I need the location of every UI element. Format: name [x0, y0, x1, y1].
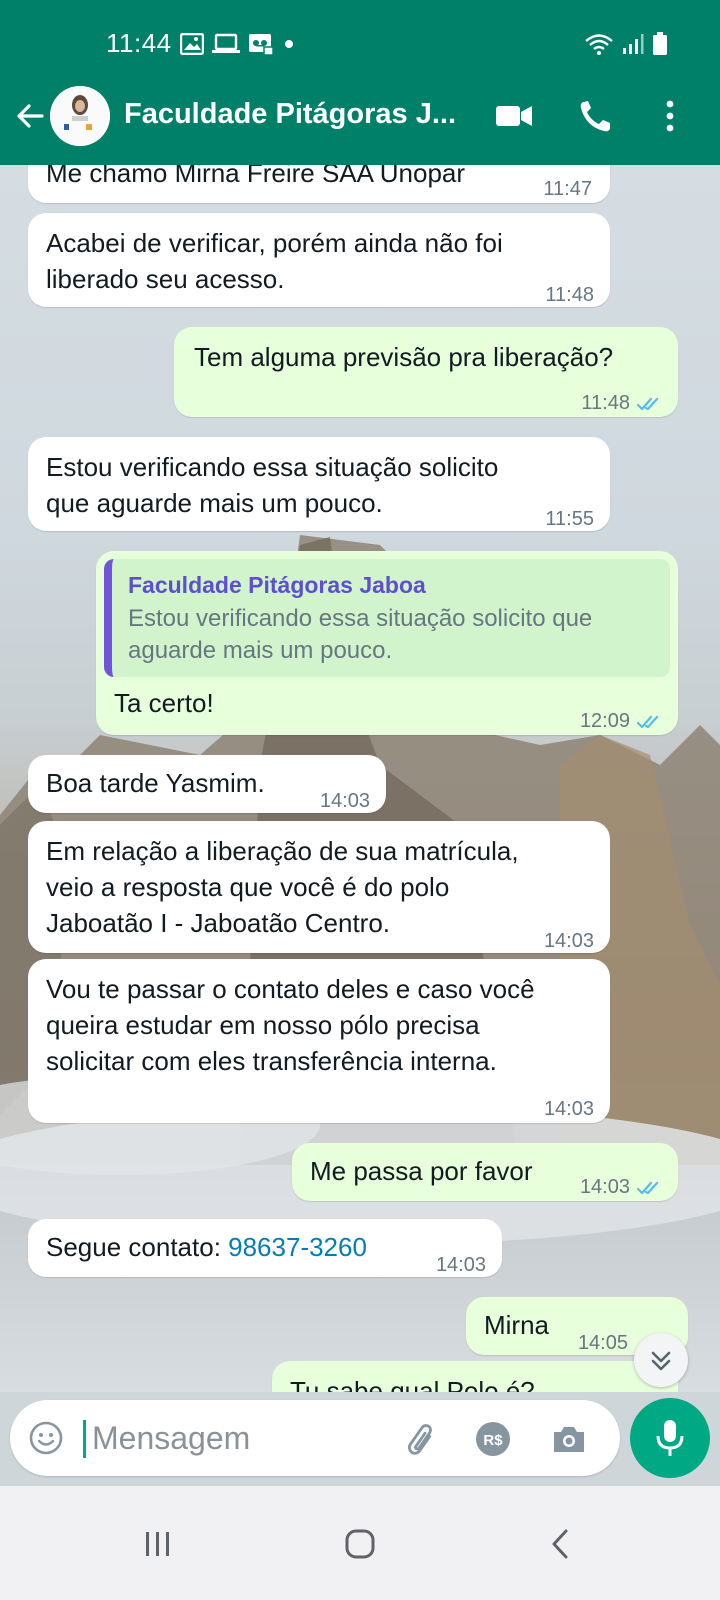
message-text: Me passa por favor	[310, 1156, 533, 1186]
home-icon[interactable]	[338, 1522, 382, 1566]
message-text: Tu sabe qual Polo é?	[290, 1376, 535, 1392]
message-time: 11:47	[543, 178, 592, 200]
avatar[interactable]	[50, 86, 110, 146]
text-cursor	[83, 1420, 86, 1458]
message-time: 11:48	[545, 284, 594, 306]
message-time: 14:03	[435, 1254, 486, 1276]
read-receipt-icon	[636, 1181, 659, 1194]
recent-apps-icon[interactable]	[136, 1522, 180, 1566]
notification-icons	[180, 32, 296, 56]
gallery-icon	[180, 33, 204, 55]
voice-call-icon[interactable]	[576, 98, 616, 134]
message-input[interactable]	[92, 1412, 392, 1464]
chat-area[interactable]: Me chamo Mirna Freire SAA Unopar 11:47 A…	[0, 165, 720, 1392]
camera-icon[interactable]	[550, 1420, 588, 1458]
message-time: 12:09	[580, 703, 664, 739]
top-app-bar: 11:44 Faculdade Pitágoras J...	[0, 0, 720, 165]
message-outgoing[interactable]: Tem alguma previsão pra liberação? 11:48	[174, 327, 678, 417]
message-incoming[interactable]: Me chamo Mirna Freire SAA Unopar 11:47	[28, 165, 610, 203]
voice-record-button[interactable]	[630, 1398, 710, 1478]
svg-text:R$: R$	[483, 1432, 503, 1449]
laptop-icon	[212, 33, 240, 53]
back-icon[interactable]	[540, 1522, 584, 1566]
message-text: Segue contato: 98637-3260	[46, 1232, 367, 1262]
message-incoming[interactable]: Estou verificando essa situação solicito…	[28, 437, 610, 531]
message-incoming[interactable]: Vou te passar o contato deles e caso voc…	[28, 959, 610, 1123]
chat-header: Faculdade Pitágoras J...	[0, 86, 720, 165]
message-time: 14:03	[543, 1098, 594, 1120]
voicemail-icon	[249, 34, 274, 56]
more-vert-icon[interactable]	[650, 98, 690, 134]
message-incoming[interactable]: Boa tarde Yasmim. 14:03	[28, 755, 386, 813]
message-text: Vou te passar o contato deles e caso voc…	[46, 974, 535, 1076]
quoted-text: Estou verificando essa situação solicito…	[128, 605, 593, 664]
message-text: Em relação a liberação de sua matrícula,…	[46, 836, 519, 938]
emoji-icon[interactable]	[28, 1420, 64, 1456]
arrow-left-icon[interactable]	[12, 98, 48, 134]
signal-icon	[623, 34, 644, 54]
profile-picture	[50, 86, 110, 146]
quoted-sender: Faculdade Pitágoras Jaboa	[128, 572, 426, 598]
mic-icon	[656, 1420, 684, 1456]
message-incoming[interactable]: Acabei de verificar, porém ainda não foi…	[28, 213, 610, 307]
video-call-icon[interactable]	[494, 98, 534, 134]
message-text: Acabei de verificar, porém ainda não foi…	[46, 228, 503, 294]
message-time: 14:03	[580, 1169, 664, 1205]
wifi-icon	[585, 34, 613, 55]
message-outgoing-reply[interactable]: Faculdade Pitágoras Jaboa Estou verifica…	[96, 551, 678, 735]
message-composer: R$	[0, 1392, 720, 1486]
message-text: Estou verificando essa situação solicito…	[46, 452, 499, 518]
message-time: 11:55	[545, 508, 594, 530]
message-field[interactable]: R$	[10, 1400, 620, 1476]
message-text: Me chamo Mirna Freire SAA Unopar	[46, 165, 466, 188]
chevron-double-down-icon	[651, 1351, 671, 1371]
scroll-to-bottom-button[interactable]	[634, 1333, 688, 1387]
quoted-message[interactable]: Faculdade Pitágoras Jaboa Estou verifica…	[104, 559, 670, 677]
attach-icon[interactable]	[402, 1420, 440, 1458]
status-time: 11:44	[106, 28, 172, 58]
dot-icon	[285, 40, 293, 48]
chat-title[interactable]: Faculdade Pitágoras J...	[124, 98, 456, 131]
message-incoming[interactable]: Em relação a liberação de sua matrícula,…	[28, 821, 610, 953]
message-text: Tem alguma previsão pra liberação?	[194, 342, 614, 372]
phone-number-link[interactable]: 98637-3260	[228, 1232, 367, 1262]
message-text: Ta certo!	[114, 688, 214, 718]
message-outgoing[interactable]: Me passa por favor 14:03	[292, 1143, 678, 1201]
message-time: 11:48	[581, 385, 664, 421]
payment-icon[interactable]: R$	[474, 1420, 512, 1458]
status-bar: 11:44	[0, 0, 720, 88]
message-time: 14:03	[543, 930, 594, 952]
message-text: Boa tarde Yasmim.	[46, 768, 265, 798]
system-icons	[584, 32, 668, 56]
system-navigation-bar	[0, 1486, 720, 1600]
message-time: 14:03	[319, 790, 370, 812]
message-incoming[interactable]: Segue contato: 98637-3260 14:03	[28, 1219, 502, 1277]
message-text: Mirna	[484, 1310, 550, 1340]
message-outgoing[interactable]: Tu sabe qual Polo é?	[272, 1361, 678, 1392]
read-receipt-icon	[636, 715, 659, 728]
read-receipt-icon	[636, 397, 659, 410]
battery-icon	[653, 32, 667, 55]
message-time: 14:05	[577, 1332, 628, 1354]
